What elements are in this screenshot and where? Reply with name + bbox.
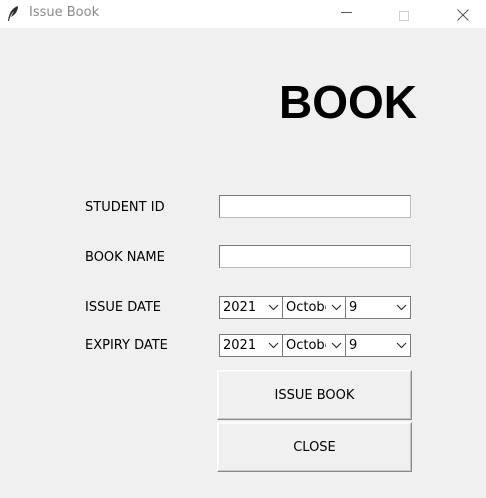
chevron-down-icon: [396, 342, 407, 349]
issue-book-button[interactable]: ISSUE BOOK: [217, 370, 412, 420]
minimize-button[interactable]: [324, 0, 370, 28]
close-icon: [457, 9, 469, 21]
expiry-month-value: October: [286, 338, 326, 353]
close-button[interactable]: CLOSE: [217, 422, 412, 472]
chevron-down-icon: [331, 342, 342, 349]
student-id-label: STUDENT ID: [85, 200, 165, 215]
expiry-month-select[interactable]: October: [282, 334, 346, 357]
student-id-input[interactable]: [219, 195, 411, 218]
issue-date-label: ISSUE DATE: [85, 300, 162, 315]
issue-month-value: October: [286, 300, 326, 315]
chevron-down-icon: [331, 304, 342, 311]
expiry-year-value: 2021: [223, 338, 257, 353]
expiry-day-select[interactable]: 9: [345, 334, 411, 357]
issue-month-select[interactable]: October: [282, 296, 346, 319]
maximize-button[interactable]: [381, 0, 427, 28]
expiry-year-select[interactable]: 2021: [219, 334, 283, 357]
feather-icon: [6, 5, 20, 23]
expiry-day-value: 9: [349, 338, 358, 353]
minimize-icon: [341, 12, 352, 13]
title-bar: Issue Book: [0, 0, 486, 28]
close-window-button[interactable]: [440, 0, 486, 28]
book-name-label: BOOK NAME: [85, 250, 165, 265]
issue-year-select[interactable]: 2021: [219, 296, 283, 319]
maximize-icon: [399, 11, 409, 21]
window-title: Issue Book: [29, 5, 100, 20]
issue-day-select[interactable]: 9: [345, 296, 411, 319]
book-name-input[interactable]: [219, 245, 411, 268]
chevron-down-icon: [396, 304, 407, 311]
chevron-down-icon: [268, 304, 279, 311]
expiry-date-label: EXPIRY DATE: [85, 338, 168, 353]
chevron-down-icon: [268, 342, 279, 349]
issue-year-value: 2021: [223, 300, 257, 315]
issue-day-value: 9: [349, 300, 358, 315]
page-title: BOOK: [279, 76, 417, 128]
